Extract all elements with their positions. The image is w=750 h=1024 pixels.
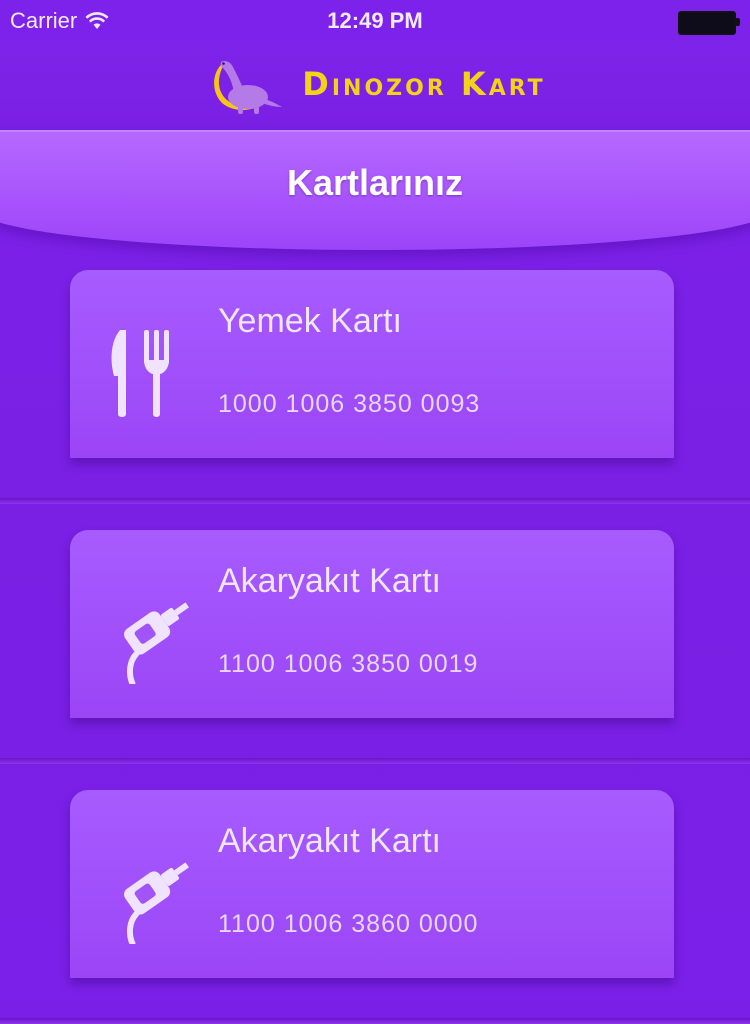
brand: Dinozor Kart xyxy=(0,44,750,124)
fuel-nozzle-icon xyxy=(124,602,189,684)
card-row: Akaryakıt Kartı 1100 1006 3860 0000 xyxy=(0,768,750,1024)
card-name: Akaryakıt Kartı xyxy=(218,822,441,860)
card-item-akaryakit-1[interactable]: Akaryakıt Kartı 1100 1006 3850 0019 xyxy=(70,530,674,718)
card-number: 1000 1006 3850 0093 xyxy=(218,390,481,418)
section-title: Kartlarınız xyxy=(286,162,464,203)
card-name: Akaryakıt Kartı xyxy=(218,562,441,600)
status-time: 12:49 PM xyxy=(327,8,423,33)
dinosaur-logo-icon xyxy=(214,61,283,114)
card-number: 1100 1006 3850 0019 xyxy=(218,650,479,678)
card-row: Yemek Kartı 1000 1006 3850 0093 xyxy=(0,248,750,504)
status-bar: Carrier 12:49 PM xyxy=(0,0,750,40)
row-divider xyxy=(0,1018,750,1024)
card-name: Yemek Kartı xyxy=(218,302,402,340)
card-item-yemek[interactable]: Yemek Kartı 1000 1006 3850 0093 xyxy=(70,270,674,458)
app-header: Dinozor Kart xyxy=(0,40,750,132)
card-item-akaryakit-2[interactable]: Akaryakıt Kartı 1100 1006 3860 0000 xyxy=(70,790,674,978)
row-divider xyxy=(0,498,750,504)
card-number: 1100 1006 3860 0000 xyxy=(218,910,479,938)
battery-icon xyxy=(678,11,740,35)
row-divider xyxy=(0,758,750,764)
fork-knife-icon xyxy=(111,330,169,417)
card-row: Akaryakıt Kartı 1100 1006 3850 0019 xyxy=(0,508,750,764)
app-title: Dinozor Kart xyxy=(302,65,546,103)
app-screen: Carrier 12:49 PM Dinozor Kart Kartlarını… xyxy=(0,0,750,1024)
fuel-nozzle-icon xyxy=(124,862,189,944)
